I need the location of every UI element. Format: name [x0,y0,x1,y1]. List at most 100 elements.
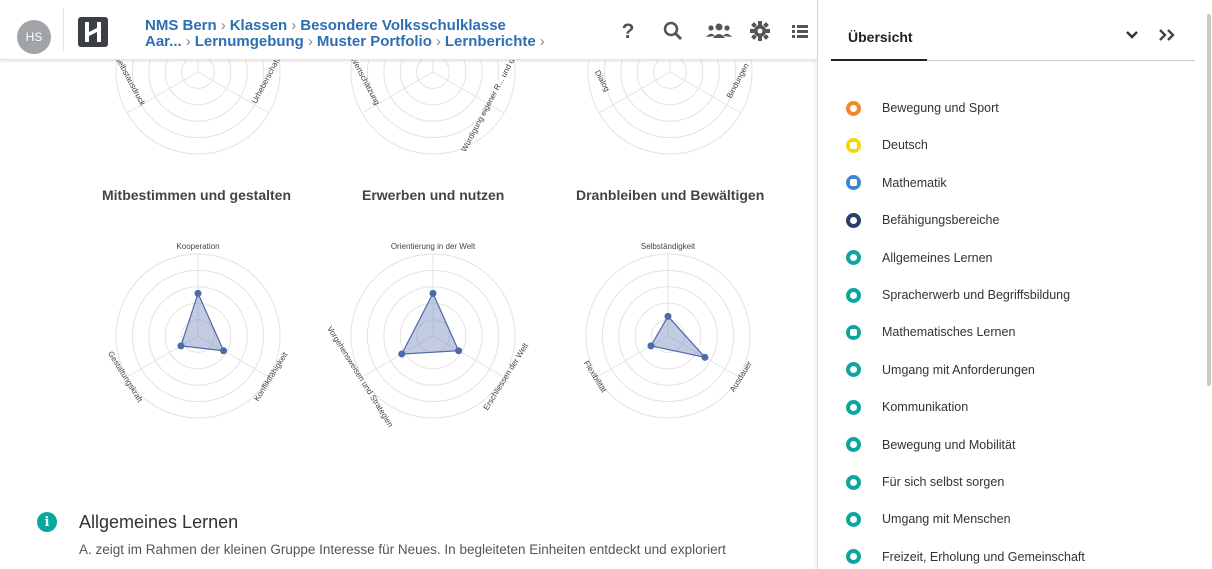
overview-item-label: Deutsch [882,138,928,153]
axis-label: Urheberschaft [250,60,282,105]
axis-label: Kooperation [176,242,219,251]
main-content: Selbstausdruck Urheberschaft Wertschätzung… [0,60,817,569]
breadcrumb-separator: › [539,33,545,50]
overview-item-label: Umgang mit Menschen [882,512,1011,527]
radar-charts: Selbstausdruck Urheberschaft Wertschätzung… [106,60,754,429]
overview-item[interactable]: Mathematik [846,171,1186,195]
top-radar-1: Wertschätzung Würdigung eigener R... und … [349,60,542,155]
gear-icon[interactable] [749,20,771,42]
app-logo[interactable] [78,17,108,47]
radar-point [455,347,463,355]
radar-point [664,312,672,320]
radar-chart-0: Kooperation Konfliktfähigkeit Gestaltungsk… [106,242,290,419]
overview-item[interactable]: Freizeit, Erholung und Gemeinschaft [846,545,1186,569]
breadcrumb-separator: › [307,33,313,50]
breadcrumb-link-1[interactable]: Klassen [230,17,288,34]
top-bar: HS NMS Bern › Klassen › Besondere Volksschul… [0,0,817,60]
breadcrumb-link-row2-2[interactable]: Muster Portfolio [317,33,432,50]
chart-title-erwerben: Erwerben und nutzen [362,187,505,203]
axis-label: Ausdauer [728,359,754,393]
overview-item[interactable]: Spracherwerb und Begriffsbildung [846,283,1186,307]
chevron-down-icon[interactable] [1121,24,1143,46]
collapse-panel-icon[interactable] [1156,24,1178,46]
overview-item[interactable]: Für sich selbst sorgen [846,470,1186,494]
overview-item-label: Allgemeines Lernen [882,250,993,265]
overview-item-label: Befähigungsbereiche [882,213,1000,228]
radar-grid-ring [587,60,753,155]
radar-point [177,342,185,350]
person-icon [846,474,861,490]
header-divider [63,8,64,52]
svg-text:?: ? [622,20,635,42]
radar-point [429,289,437,297]
gear-icon [846,212,861,228]
overview-item[interactable]: Bewegung und Mobilität [846,433,1186,457]
overview-item[interactable]: Deutsch [846,133,1186,157]
breadcrumb-separator: › [220,17,226,34]
breadcrumb-row-1: NMS Bern › Klassen › Besondere Volksschulkla… [145,18,549,34]
tab-active-indicator [831,59,927,61]
axis-label: Selbstausdruck [113,60,147,108]
help-icon[interactable]: ? [617,20,639,42]
breadcrumb-link-0[interactable]: NMS Bern [145,17,217,34]
drop-icon [846,549,861,565]
section-title: Allgemeines Lernen [79,512,239,532]
chart-title-dranbleiben: Dranbleiben und Bewältigen [576,187,765,203]
calculator-icon [846,324,861,340]
avatar[interactable]: HS [17,20,51,54]
radar-point [647,342,655,350]
users-icon[interactable] [705,20,733,42]
axis-label: Erschliessen der Welt [482,341,531,412]
radar-point [194,289,202,297]
users-icon [846,511,861,527]
info-icon [846,250,861,266]
overview-item-label: Bewegung und Mobilität [882,437,1016,452]
breadcrumb-separator: › [435,33,441,50]
calculator-icon [846,175,861,191]
overview-item[interactable]: Befähigungsbereiche [846,208,1186,232]
breadcrumb-link-row2-1[interactable]: Lernumgebung [195,33,304,50]
overview-item-label: Kommunikation [882,400,969,415]
panel-scrollbar[interactable] [1207,14,1211,386]
overview-item[interactable]: Allgemeines Lernen [846,246,1186,270]
search-icon[interactable] [662,20,684,42]
overview-panel: Übersicht Bewegung und Sport Deutsch Mathe… [817,0,1212,569]
chat-icon [846,399,861,415]
breadcrumb-link-row2-3[interactable]: Lernberichte [445,33,536,50]
gear-icon [846,100,861,116]
axis-label: Gestaltungskraft [106,350,145,405]
list-icon[interactable] [789,20,811,42]
overview-item[interactable]: Kommunikation [846,395,1186,419]
radar-point [398,350,406,358]
overview-item[interactable]: Umgang mit Anforderungen [846,358,1186,382]
section-text: A. zeigt im Rahmen der kleinen Gruppe In… [79,542,726,557]
overview-item-label: Für sich selbst sorgen [882,475,1005,489]
breadcrumb-separator: › [185,33,191,50]
overview-item-label: Spracherwerb und Begriffsbildung [882,288,1071,302]
radar-area [180,291,225,352]
axis-label: Orientierung in der Welt [391,242,476,251]
breadcrumb-link-2[interactable]: Besondere Volksschulklasse [300,17,506,34]
axis-label: Dialog [593,69,612,93]
axis-label: Flexibilität [582,359,609,395]
breadcrumb-row-2: Aar... › Lernumgebung › Muster Portfolio › Ler… [145,34,549,50]
overview-item[interactable]: Umgang mit Menschen [846,507,1186,531]
axis-label: Wertschätzung [349,60,382,106]
radar-point [701,353,709,361]
breadcrumb-separator: › [291,17,297,34]
radar-point [220,347,228,355]
tab-uebersicht[interactable]: Übersicht [848,29,913,45]
radar-chart-2: Selbständigkeit Ausdauer Flexibilität [582,242,754,419]
overview-item[interactable]: Bewegung und Sport [846,96,1186,120]
speech-icon [846,287,861,303]
axis-label: Würdigung eigener R... und die des ander… [459,60,542,153]
breadcrumb: NMS Bern › Klassen › Besondere Volksschulkla… [145,18,549,50]
overview-item[interactable]: Mathematisches Lernen [846,320,1186,344]
overview-item-label: Mathematik [882,175,947,190]
top-radar-2: Dialog Bindungen [587,60,753,155]
breadcrumb-link-row2-0[interactable]: Aar... [145,33,182,50]
overview-item-label: Mathematisches Lernen [882,325,1016,340]
square-icon [846,137,861,153]
app: HS NMS Bern › Klassen › Besondere Volksschul… [0,0,1212,569]
top-radar-0: Selbstausdruck Urheberschaft [113,60,282,155]
